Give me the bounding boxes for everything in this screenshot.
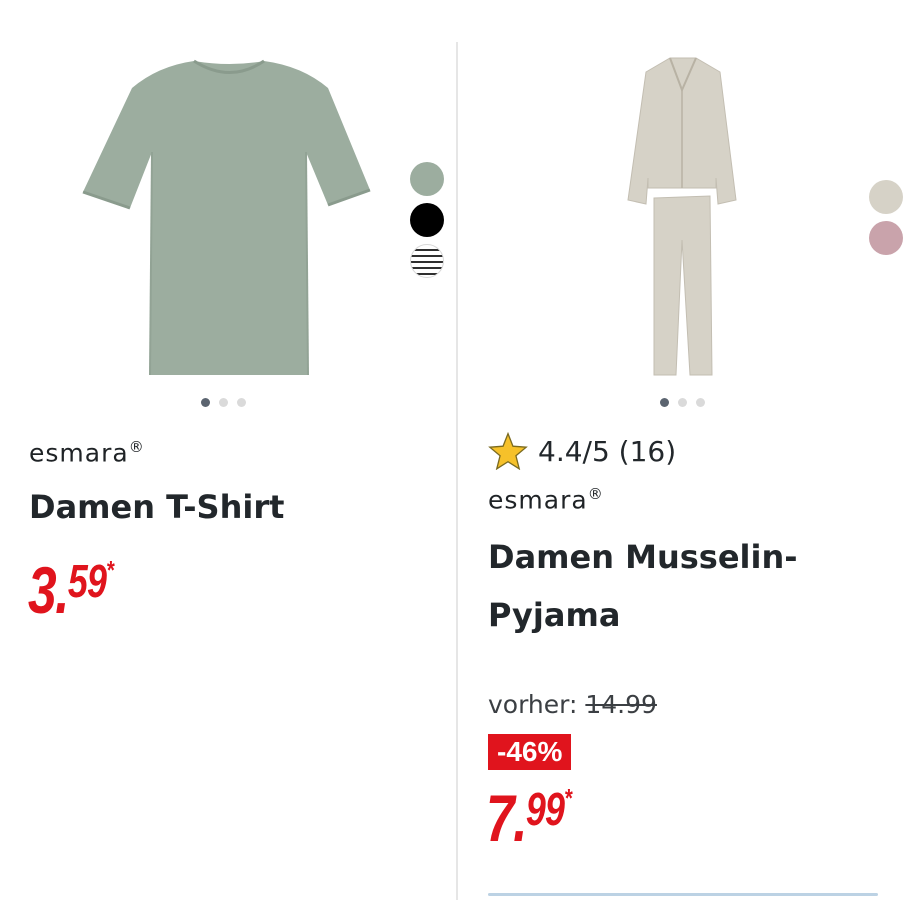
- carousel-dot[interactable]: [219, 398, 228, 407]
- brand-name: esmara®: [488, 485, 604, 515]
- product-title[interactable]: Damen Musselin- Pyjama: [488, 528, 798, 644]
- tshirt-image: [82, 59, 371, 376]
- product-image-pyjama[interactable]: [618, 50, 748, 385]
- color-swatches: [410, 162, 444, 278]
- star-icon: [488, 432, 528, 470]
- product-rating[interactable]: 4.4/5 (16): [488, 432, 676, 470]
- carousel-dot[interactable]: [201, 398, 210, 407]
- next-card-edge: [488, 893, 878, 896]
- swatch-rose[interactable]: [869, 221, 903, 255]
- pyjama-image: [627, 57, 737, 376]
- brand-name: esmara®: [29, 438, 145, 468]
- swatch-striped[interactable]: [410, 244, 444, 278]
- carousel-dot[interactable]: [237, 398, 246, 407]
- swatch-beige[interactable]: [869, 180, 903, 214]
- product-card-tshirt[interactable]: esmara® Damen T-Shirt 3.59*: [0, 0, 456, 900]
- price: 7.99*: [486, 781, 573, 855]
- carousel-dot[interactable]: [678, 398, 687, 407]
- price: 3.59*: [28, 553, 115, 627]
- product-card-pyjama[interactable]: 4.4/5 (16) esmara® Damen Musselin- Pyjam…: [458, 0, 915, 900]
- product-image-tshirt[interactable]: [70, 40, 390, 390]
- product-title[interactable]: Damen T-Shirt: [29, 478, 284, 536]
- image-carousel-dots: [201, 398, 246, 407]
- swatch-sage[interactable]: [410, 162, 444, 196]
- color-swatches: [869, 180, 903, 255]
- carousel-dot[interactable]: [660, 398, 669, 407]
- carousel-dot[interactable]: [696, 398, 705, 407]
- swatch-black[interactable]: [410, 203, 444, 237]
- discount-badge: -46%: [488, 734, 572, 770]
- previous-price: vorher: 14.99: [488, 690, 657, 719]
- rating-text: 4.4/5 (16): [538, 434, 677, 468]
- image-carousel-dots: [660, 398, 705, 407]
